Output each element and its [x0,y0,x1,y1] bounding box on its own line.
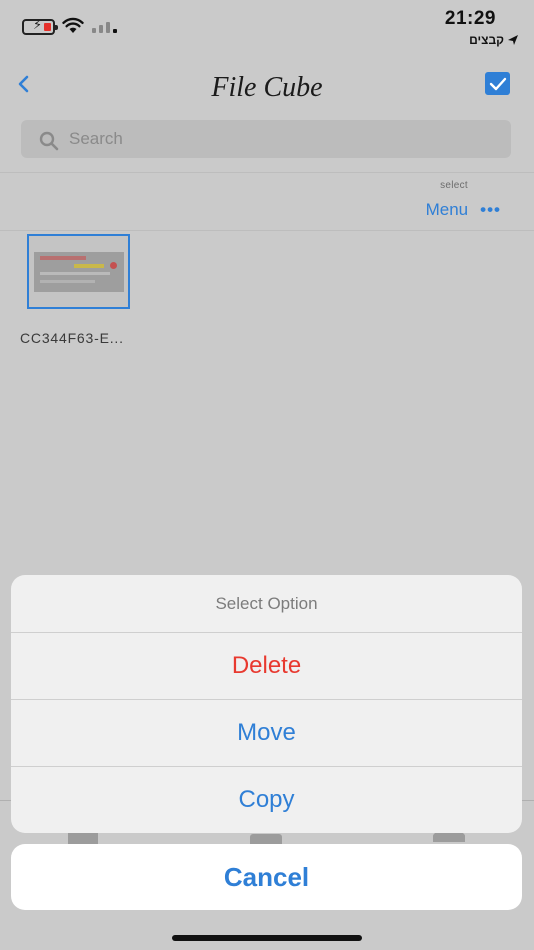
home-indicator[interactable] [172,935,362,941]
location-arrow-icon [508,35,518,45]
file-name: CC344F63-E... [20,330,124,346]
battery-icon: ⚡ [22,18,58,35]
file-item[interactable]: CC344F63-E... [18,233,148,353]
cancel-button[interactable]: Cancel [11,844,522,910]
status-bar: ⚡ 21:29 קבצים [0,0,534,56]
search-bar[interactable]: Search [21,120,511,158]
divider [0,172,534,173]
status-time: 21:29 [444,8,496,29]
copy-button[interactable]: Copy [11,766,522,833]
carrier-label: קבצים [469,33,518,47]
search-input[interactable]: Search [69,129,123,149]
image-thumbnail [34,252,124,292]
delete-button[interactable]: Delete [11,632,522,699]
divider [0,230,534,231]
search-icon [39,131,59,151]
cellular-signal-icon [92,20,117,33]
menu-button[interactable]: Menu ••• [426,200,501,220]
action-sheet-title: Select Option [215,593,318,613]
action-sheet: Select Option Delete Move Copy [11,575,522,833]
carrier-text: קבצים [469,33,504,47]
menu-label: Menu [425,200,469,219]
page-title: File Cube [211,72,323,103]
select-all-button[interactable] [485,72,510,95]
document-tab-icon[interactable] [250,834,282,844]
wifi-icon [62,17,84,33]
file-thumbnail[interactable] [27,234,130,309]
checkbox-checked-icon [489,77,506,90]
select-label: select [440,180,468,191]
move-button[interactable]: Move [11,699,522,766]
more-icon: ••• [480,200,501,219]
